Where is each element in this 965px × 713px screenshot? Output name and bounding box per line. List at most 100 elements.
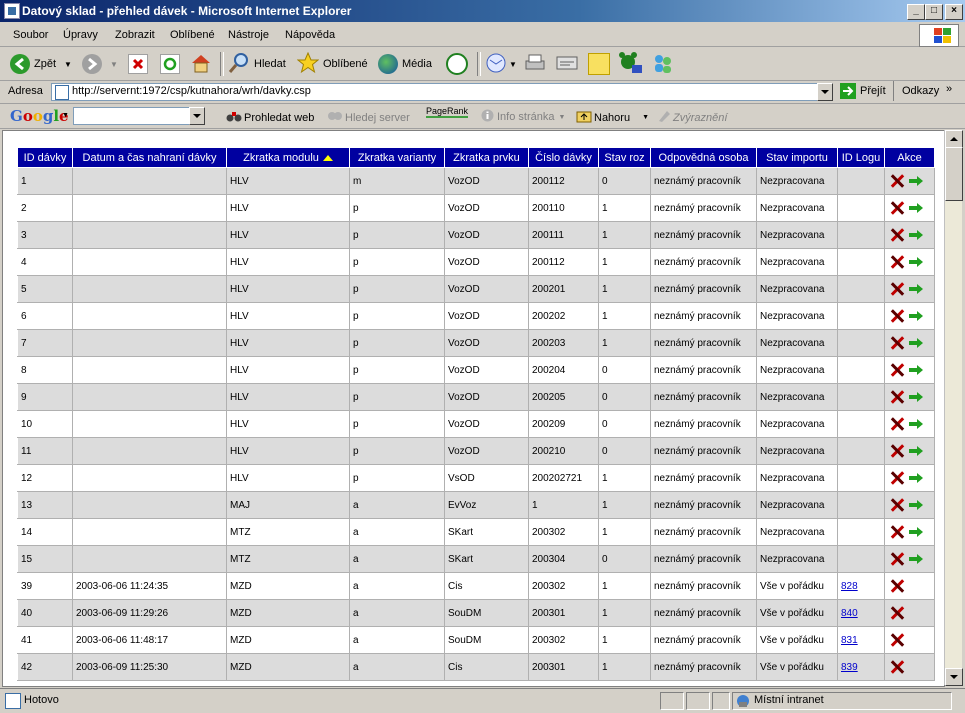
log-link[interactable]: 839 bbox=[841, 662, 858, 673]
delete-icon[interactable] bbox=[890, 579, 904, 593]
process-arrow-icon[interactable] bbox=[909, 500, 923, 510]
minimize-button[interactable]: _ bbox=[907, 4, 925, 20]
delete-icon[interactable] bbox=[890, 444, 904, 458]
log-link[interactable]: 840 bbox=[841, 608, 858, 619]
log-link[interactable]: 828 bbox=[841, 581, 858, 592]
favorites-button[interactable]: Oblíbené bbox=[296, 51, 368, 76]
vertical-scrollbar[interactable] bbox=[944, 130, 963, 686]
scroll-thumb[interactable] bbox=[945, 147, 963, 201]
process-arrow-icon[interactable] bbox=[909, 527, 923, 537]
google-logo[interactable]: Google bbox=[10, 107, 69, 125]
col-header-log[interactable]: ID Logu bbox=[837, 147, 885, 168]
delete-icon[interactable] bbox=[890, 471, 904, 485]
extension-button[interactable] bbox=[618, 51, 644, 76]
delete-icon[interactable] bbox=[890, 633, 904, 647]
col-header-date[interactable]: Datum a čas nahraní dávky bbox=[72, 147, 227, 168]
process-arrow-icon[interactable] bbox=[909, 554, 923, 564]
process-arrow-icon[interactable] bbox=[909, 176, 923, 186]
col-header-person[interactable]: Odpovědná osoba bbox=[650, 147, 757, 168]
process-arrow-icon[interactable] bbox=[909, 419, 923, 429]
maximize-button[interactable]: □ bbox=[925, 4, 943, 20]
delete-icon[interactable] bbox=[890, 552, 904, 566]
delete-icon[interactable] bbox=[890, 174, 904, 188]
highlight-button[interactable]: Zvýraznění bbox=[657, 109, 727, 126]
menu-nastroje[interactable]: Nástroje bbox=[228, 29, 269, 41]
history-button[interactable] bbox=[446, 52, 468, 76]
process-arrow-icon[interactable] bbox=[909, 284, 923, 294]
close-button[interactable]: × bbox=[945, 4, 963, 20]
address-dropdown-icon[interactable] bbox=[817, 83, 833, 101]
up-dropdown-icon[interactable]: ▼ bbox=[642, 114, 649, 121]
cell-element: EvVoz bbox=[444, 491, 529, 519]
media-button[interactable]: Média bbox=[378, 52, 432, 76]
log-link[interactable]: 831 bbox=[841, 635, 858, 646]
cell-state: 1 bbox=[598, 491, 651, 519]
menu-soubor[interactable]: Soubor bbox=[13, 29, 48, 41]
col-header-id[interactable]: ID dávky bbox=[17, 147, 73, 168]
links-chevron-icon[interactable]: » bbox=[946, 83, 952, 95]
delete-icon[interactable] bbox=[890, 417, 904, 431]
col-header-element[interactable]: Zkratka prvku bbox=[444, 147, 529, 168]
links-label[interactable]: Odkazy bbox=[902, 85, 939, 97]
search-server-button[interactable]: Hledej server bbox=[327, 109, 410, 126]
up-button[interactable]: Nahoru ▼ bbox=[576, 109, 649, 126]
search-web-button[interactable]: Prohledat web bbox=[226, 109, 314, 126]
delete-icon[interactable] bbox=[890, 498, 904, 512]
go-button[interactable]: Přejít bbox=[840, 83, 886, 99]
page-info-button[interactable]: Info stránka ▼ bbox=[481, 109, 565, 125]
edit-button[interactable] bbox=[556, 52, 578, 76]
process-arrow-icon[interactable] bbox=[909, 392, 923, 402]
mail-dropdown-icon[interactable]: ▼ bbox=[509, 60, 517, 69]
scroll-down-button[interactable] bbox=[945, 668, 963, 686]
col-header-import[interactable]: Stav importu bbox=[756, 147, 838, 168]
col-header-state[interactable]: Stav roz bbox=[598, 147, 651, 168]
cell-import: Vše v pořádku bbox=[756, 599, 838, 627]
menu-zobrazit[interactable]: Zobrazit bbox=[115, 29, 155, 41]
forward-button[interactable]: ▼ bbox=[82, 52, 118, 76]
delete-icon[interactable] bbox=[890, 282, 904, 296]
google-menu-dropdown-icon[interactable]: ▼ bbox=[62, 112, 69, 119]
delete-icon[interactable] bbox=[890, 309, 904, 323]
process-arrow-icon[interactable] bbox=[909, 311, 923, 321]
delete-icon[interactable] bbox=[890, 525, 904, 539]
forward-dropdown-icon[interactable]: ▼ bbox=[110, 60, 118, 69]
process-arrow-icon[interactable] bbox=[909, 338, 923, 348]
delete-icon[interactable] bbox=[890, 228, 904, 242]
delete-icon[interactable] bbox=[890, 255, 904, 269]
print-button[interactable] bbox=[524, 52, 546, 76]
scroll-up-button[interactable] bbox=[945, 130, 963, 148]
process-arrow-icon[interactable] bbox=[909, 203, 923, 213]
refresh-button[interactable] bbox=[160, 52, 180, 76]
process-arrow-icon[interactable] bbox=[909, 446, 923, 456]
process-arrow-icon[interactable] bbox=[909, 473, 923, 483]
menu-oblibene[interactable]: Oblíbené bbox=[170, 29, 215, 41]
process-arrow-icon[interactable] bbox=[909, 257, 923, 267]
google-search-dropdown-icon[interactable] bbox=[189, 107, 205, 125]
process-arrow-icon[interactable] bbox=[909, 230, 923, 240]
delete-icon[interactable] bbox=[890, 363, 904, 377]
delete-icon[interactable] bbox=[890, 606, 904, 620]
stop-button[interactable] bbox=[128, 52, 148, 76]
col-header-variant[interactable]: Zkratka varianty bbox=[349, 147, 445, 168]
page-info-dropdown-icon[interactable]: ▼ bbox=[558, 114, 565, 121]
back-dropdown-icon[interactable]: ▼ bbox=[64, 60, 72, 69]
search-button[interactable]: Hledat bbox=[228, 52, 286, 76]
delete-icon[interactable] bbox=[890, 660, 904, 674]
google-search-input[interactable] bbox=[73, 107, 205, 125]
menu-upravy[interactable]: Úpravy bbox=[63, 29, 98, 41]
menu-napoveda[interactable]: Nápověda bbox=[285, 29, 335, 41]
col-header-module[interactable]: Zkratka modulu bbox=[226, 147, 350, 168]
address-input[interactable]: http://servernt:1972/csp/kutnahora/wrh/d… bbox=[51, 83, 833, 101]
process-arrow-icon[interactable] bbox=[909, 365, 923, 375]
discuss-button[interactable] bbox=[588, 52, 610, 76]
home-icon bbox=[190, 52, 212, 77]
col-header-batch[interactable]: Číslo dávky bbox=[528, 147, 599, 168]
mail-button[interactable]: ▼ bbox=[485, 52, 517, 76]
col-header-actions: Akce bbox=[884, 147, 935, 168]
delete-icon[interactable] bbox=[890, 390, 904, 404]
back-button[interactable]: Zpět ▼ bbox=[10, 52, 72, 76]
delete-icon[interactable] bbox=[890, 201, 904, 215]
delete-icon[interactable] bbox=[890, 336, 904, 350]
messenger-button[interactable] bbox=[652, 52, 674, 76]
home-button[interactable] bbox=[190, 52, 212, 76]
